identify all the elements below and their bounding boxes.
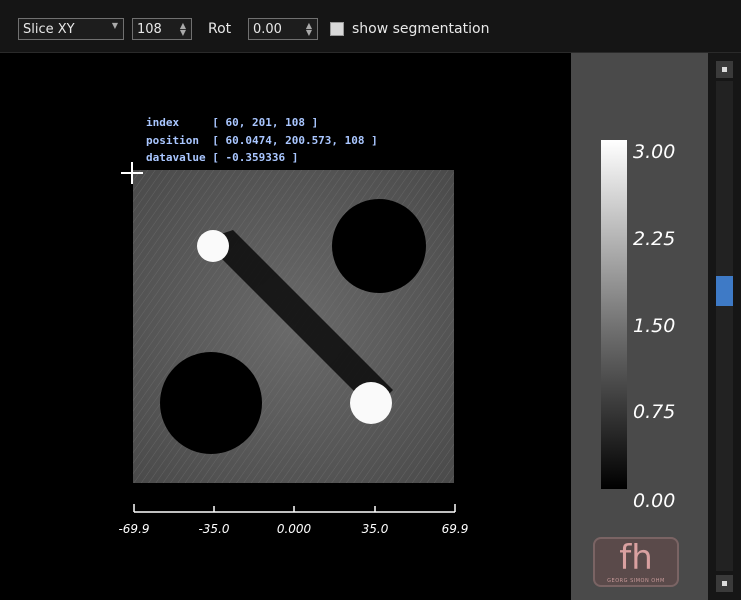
spin-arrows-icon[interactable]: ▲ ▼: [178, 22, 188, 37]
x-tick-label: 35.0: [361, 522, 389, 536]
slice-index-spinbox[interactable]: 108 ▲ ▼: [132, 18, 192, 40]
x-tick-label: 0.000: [276, 522, 312, 536]
scroll-up-button[interactable]: [716, 61, 733, 78]
x-tick-label: 69.9: [441, 522, 469, 536]
scroll-down-button[interactable]: [716, 575, 733, 592]
show-segmentation-checkbox[interactable]: [330, 22, 344, 36]
rot-label: Rot: [208, 21, 232, 37]
chevron-down-icon: ▼: [111, 21, 119, 30]
x-tick-label: -35.0: [198, 522, 230, 536]
bright-marker-upper-left: [197, 230, 229, 262]
datavalue-readout: datavalue [ -0.359336 ]: [146, 151, 299, 164]
view-mode-value: Slice XY: [23, 22, 75, 37]
colorbar-label: 0.75: [633, 401, 676, 423]
dark-hole-lower-left: [160, 352, 262, 454]
spin-arrows-icon[interactable]: ▲ ▼: [304, 22, 314, 37]
index-readout: index [ 60, 201, 108 ]: [146, 116, 319, 129]
toolbar: Slice XY ▼ 108 ▲ ▼ Rot 0.00 ▲ ▼ show segme…: [0, 0, 741, 53]
colorbar-label: 1.50: [633, 315, 676, 337]
logo-text: fh: [619, 538, 653, 578]
x-tick-label: -69.9: [118, 522, 150, 536]
view-mode-dropdown[interactable]: Slice XY ▼: [18, 18, 124, 40]
colorbar-label: 2.25: [633, 228, 676, 250]
rotation-spinbox[interactable]: 0.00 ▲ ▼: [248, 18, 318, 40]
dark-hole-upper-right: [332, 199, 426, 293]
ct-slice-image[interactable]: [133, 170, 454, 483]
logo-subtext: GEORG SIMON OHM: [607, 578, 665, 584]
scroll-thumb[interactable]: [716, 276, 733, 306]
crosshair-cursor-icon: [121, 162, 143, 184]
vertical-scrollbar[interactable]: [708, 53, 741, 600]
fh-logo: fh GEORG SIMON OHM: [593, 537, 679, 587]
slice-index-value: 108: [137, 22, 162, 37]
rotation-value: 0.00: [253, 22, 282, 37]
scroll-track[interactable]: [716, 81, 733, 571]
x-axis-line: [133, 504, 456, 513]
show-segmentation-label[interactable]: show segmentation: [352, 21, 489, 37]
colorbar-panel: 3.00 2.25 1.50 0.75 0.00 fh GEORG SIMON …: [571, 53, 708, 600]
bright-marker-lower-right: [350, 382, 392, 424]
colorbar-label: 0.00: [633, 490, 676, 512]
colorbar-gradient: [601, 140, 627, 489]
x-axis: -69.9 -35.0 0.000 35.0 69.9: [0, 500, 571, 540]
colorbar-label: 3.00: [633, 141, 676, 163]
position-readout: position [ 60.0474, 200.573, 108 ]: [146, 134, 378, 147]
